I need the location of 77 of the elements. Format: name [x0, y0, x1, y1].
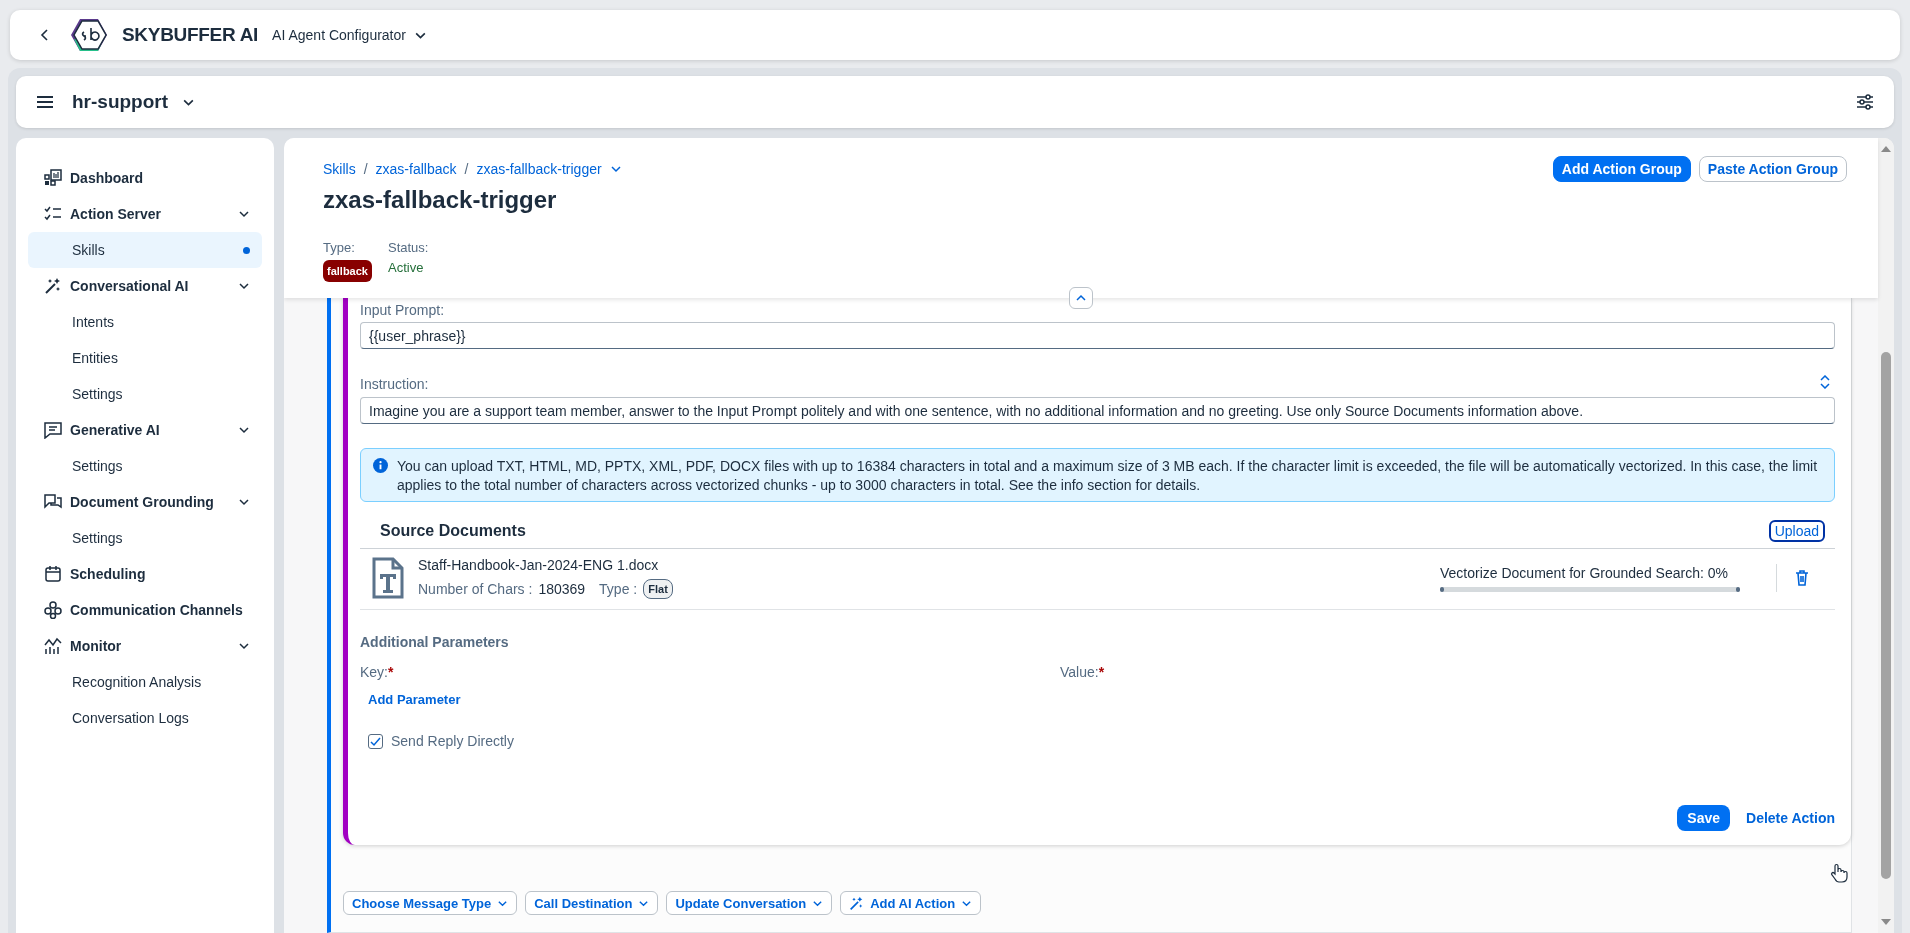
- send-reply-checkbox[interactable]: Send Reply Directly: [368, 733, 514, 749]
- breadcrumb-link[interactable]: zxas-fallback: [375, 161, 457, 177]
- breadcrumb-separator: /: [363, 161, 368, 177]
- sidebar-item[interactable]: Conversational AI: [28, 268, 262, 304]
- chars-value: 180369: [538, 581, 586, 597]
- chats-icon: [44, 494, 62, 509]
- info-text: You can upload TXT, HTML, MD, PPTX, XML, PDF, DOCX files with up to 16384 characters in total and a maximum size of 3 MB each. If the character limit is exceeded, the file will be automatically vectorized. In this case, the limit applies to the total number of characters across vectorized chunks - up to 3000 characters in total. See the info section for details.: [397, 458, 1818, 493]
- workspace-selector[interactable]: hr-support: [72, 91, 196, 113]
- chevron-down-icon: [238, 496, 250, 508]
- file-name: Staff-Handbook-Jan-2024-ENG 1.docx: [418, 557, 660, 573]
- sidebar-subitem[interactable]: Settings: [28, 376, 262, 412]
- checkmark-icon: [370, 735, 381, 747]
- progress-label: Vectorize Document for Grounded Search: 0%: [1440, 564, 1729, 581]
- delete-action-link[interactable]: Delete Action: [1746, 810, 1835, 826]
- menu-button[interactable]: Update Conversation: [666, 891, 833, 915]
- sidebar-item[interactable]: Action Server: [28, 196, 262, 232]
- chevron-down-icon: [238, 424, 250, 436]
- status-value: Active: [387, 260, 424, 275]
- sidebar-subitem[interactable]: Recognition Analysis: [28, 664, 262, 700]
- sidebar-subitem[interactable]: Settings: [28, 448, 262, 484]
- magic-wand-icon: [850, 896, 863, 910]
- section-title: Source Documents: [380, 522, 526, 540]
- instruction-field[interactable]: Imagine you are a support team member, answer to the Input Prompt politely and with one sentence, with no additional information and no greeting. Use only Source Documents information above.: [360, 397, 1835, 424]
- page-title: zxas-fallback-trigger: [323, 186, 558, 214]
- type-label: Type:: [323, 240, 356, 255]
- sidebar-item[interactable]: Generative AI: [28, 412, 262, 448]
- menu-button[interactable]: Choose Message Type: [343, 891, 518, 915]
- checklist-icon: [44, 206, 62, 221]
- sidebar-subitem[interactable]: Settings: [28, 520, 262, 556]
- sidebar-subitem[interactable]: Skills: [28, 232, 262, 268]
- dashboard-icon: [44, 169, 62, 186]
- info-icon: [373, 458, 388, 473]
- brand-name: SKYBUFFER AI: [122, 24, 259, 46]
- chevron-down-icon: [238, 640, 250, 652]
- chevron-down-icon: [609, 163, 622, 175]
- text-document-icon: [372, 557, 404, 599]
- logo-icon: [70, 17, 108, 53]
- scrollbar[interactable]: [1878, 138, 1894, 933]
- status-label: Status:: [387, 240, 429, 255]
- upload-button[interactable]: Upload: [1768, 520, 1825, 542]
- field-label: Input Prompt:: [360, 302, 446, 318]
- input-prompt-field[interactable]: {{user_phrase}}: [360, 322, 1835, 349]
- sidebar-subitem[interactable]: Entities: [28, 340, 262, 376]
- sidebar-item[interactable]: Dashboard: [28, 160, 262, 196]
- add-button[interactable]: Add Action Group: [1552, 156, 1691, 182]
- sidebar-subitem[interactable]: Conversation Logs: [28, 700, 262, 736]
- menu-button[interactable]: Add AI Action: [840, 891, 982, 915]
- sidebar-item[interactable]: Communication Channels: [28, 592, 262, 628]
- breadcrumb-link[interactable]: Skills: [323, 161, 356, 177]
- app-switcher[interactable]: AI Agent Configurator: [272, 27, 427, 43]
- type-label: Type :: [599, 581, 638, 597]
- chevron-up-icon: [1076, 294, 1086, 302]
- column-label: Value:*: [1060, 664, 1106, 680]
- menu-button[interactable]: Call Destination: [525, 891, 659, 915]
- field-label: Instruction:: [360, 376, 429, 392]
- chart-icon: [44, 637, 62, 655]
- sidebar-item[interactable]: Document Grounding: [28, 484, 262, 520]
- file-type-tag: Flat: [643, 579, 673, 599]
- chevron-down-icon: [238, 280, 250, 292]
- sidebar-item[interactable]: Scheduling: [28, 556, 262, 592]
- hand-cursor-icon: [1830, 863, 1848, 883]
- chat-icon: [44, 422, 62, 439]
- chars-label: Number of Chars :: [418, 581, 533, 597]
- section-title: Additional Parameters: [360, 634, 510, 650]
- chevron-down-icon: [238, 208, 250, 220]
- paste-button[interactable]: Paste Action Group: [1698, 156, 1847, 182]
- network-icon: [44, 601, 62, 619]
- type-badge: fallback: [323, 260, 372, 282]
- add-parameter-link[interactable]: Add Parameter: [368, 692, 461, 707]
- sidebar-subitem[interactable]: Intents: [28, 304, 262, 340]
- column-label: Key:*: [360, 664, 395, 680]
- breadcrumb-separator: /: [464, 161, 469, 177]
- sidebar-item[interactable]: Monitor: [28, 628, 262, 664]
- calendar-icon: [45, 565, 61, 582]
- breadcrumb-link[interactable]: zxas-fallback-trigger: [476, 161, 622, 177]
- save-button[interactable]: Save: [1677, 805, 1731, 831]
- magic-wand-icon: [45, 278, 60, 294]
